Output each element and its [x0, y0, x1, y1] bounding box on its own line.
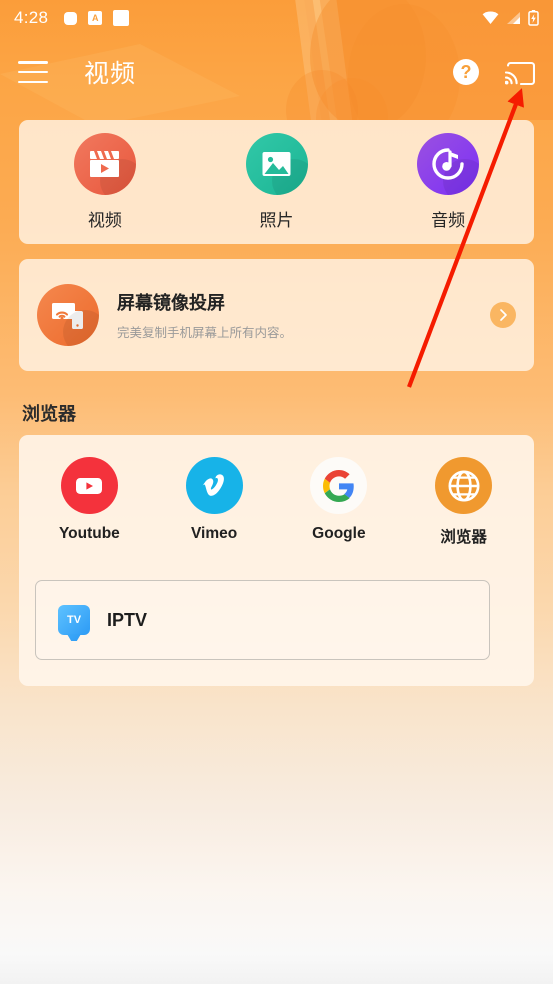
globe-browser-icon [435, 457, 493, 514]
photo-image-icon [245, 133, 308, 195]
battery-charging-icon [528, 10, 539, 26]
iptv-icon-text: TV [66, 614, 82, 626]
notification-square-icon [113, 10, 130, 26]
screen-mirror-row: 屏幕镜像投屏 完美复制手机屏幕上所有内容。 [19, 259, 534, 371]
media-item-video[interactable]: 视频 [19, 133, 191, 231]
cast-icon[interactable] [505, 60, 535, 85]
screen-mirror-text: 屏幕镜像投屏 完美复制手机屏幕上所有内容。 [117, 289, 292, 341]
youtube-icon [60, 457, 118, 514]
media-types-card: 视频 照片 音频 [19, 120, 534, 244]
iptv-list-item[interactable]: TV IPTV [35, 580, 490, 660]
browser-item-label: Youtube [58, 525, 120, 542]
menu-line-2 [18, 70, 48, 74]
media-item-label: 照片 [259, 211, 294, 230]
help-icon[interactable]: ? [453, 59, 479, 85]
notification-chip-icon [64, 11, 78, 25]
browser-item-label: Vimeo [191, 525, 238, 542]
vimeo-icon [185, 457, 243, 514]
browser-item-label: 浏览器 [440, 529, 487, 546]
app-bar: 视频 ? [0, 36, 553, 108]
browser-items-row: Youtube Vimeo Google 浏览器 [19, 435, 534, 547]
iptv-tv-icon: TV [58, 605, 90, 635]
chevron-right-icon[interactable] [490, 302, 516, 328]
google-icon [310, 457, 368, 514]
audio-music-note-icon [417, 133, 480, 195]
video-clapperboard-icon [73, 133, 136, 195]
app-bar-actions: ? [453, 59, 535, 85]
media-types-row: 视频 照片 音频 [19, 120, 534, 244]
status-bar-clock: 4:28 [14, 8, 49, 27]
hamburger-menu-icon[interactable] [18, 61, 48, 83]
browser-item-vimeo[interactable]: Vimeo [152, 457, 277, 547]
browser-item-youtube[interactable]: Youtube [27, 457, 152, 547]
notification-letter-text: A [92, 12, 99, 23]
browser-item-google[interactable]: Google [277, 457, 402, 547]
menu-line-1 [18, 61, 48, 64]
status-bar: 4:28 A [0, 0, 553, 36]
wifi-icon [482, 11, 499, 24]
browser-item-web[interactable]: 浏览器 [401, 457, 526, 547]
status-bar-system-icons [482, 10, 539, 26]
screen-mirror-subtitle: 完美复制手机屏幕上所有内容。 [117, 326, 293, 340]
media-item-audio[interactable]: 音频 [362, 133, 534, 231]
browser-section-title: 浏览器 [22, 404, 76, 424]
signal-icon [507, 12, 520, 24]
iptv-label: IPTV [107, 609, 148, 630]
media-item-photo[interactable]: 照片 [191, 133, 363, 231]
status-bar-notification-icons: A [64, 10, 130, 26]
screen-mirror-card[interactable]: 屏幕镜像投屏 完美复制手机屏幕上所有内容。 [19, 259, 534, 371]
browser-item-label: Google [312, 525, 366, 542]
media-item-label: 视频 [87, 211, 122, 230]
screen-mirror-icon [37, 284, 99, 346]
notification-letter-icon: A [88, 11, 103, 25]
screen-mirror-title: 屏幕镜像投屏 [117, 293, 225, 313]
help-icon-label: ? [460, 61, 472, 82]
page-title: 视频 [84, 60, 137, 88]
media-item-label: 音频 [431, 211, 466, 230]
menu-line-3 [18, 80, 48, 83]
